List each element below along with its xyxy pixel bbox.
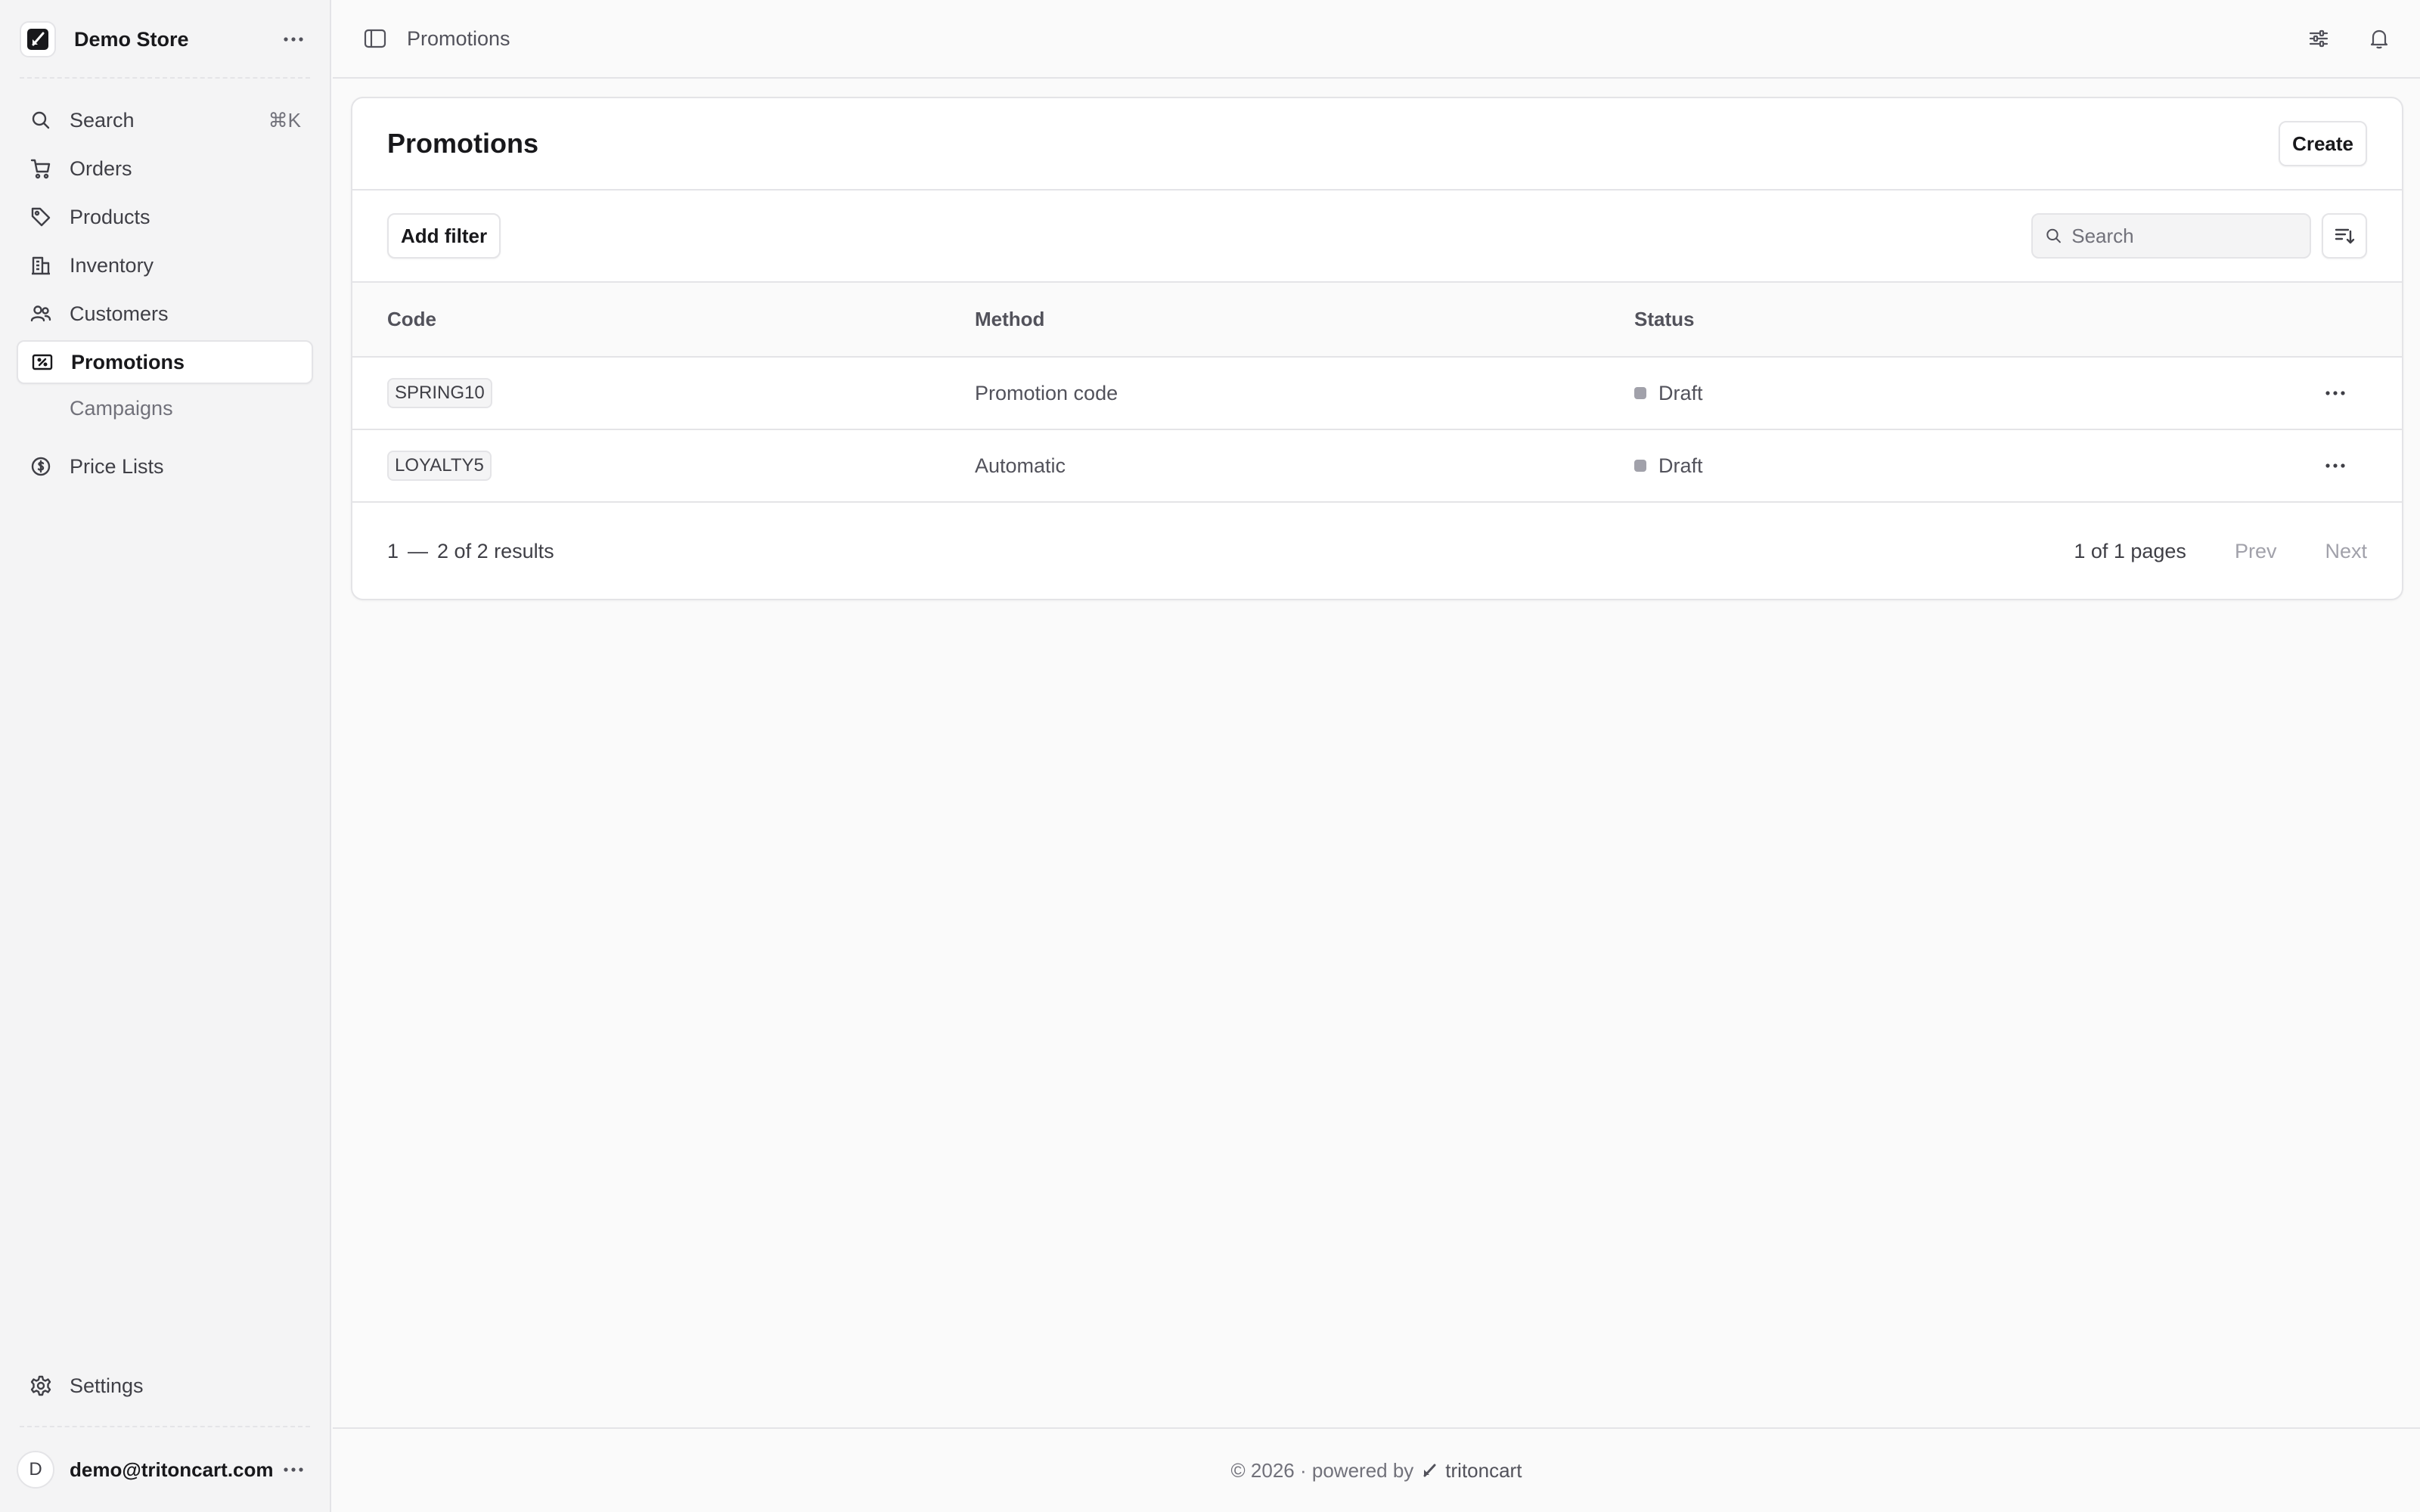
sidebar-divider bbox=[20, 77, 310, 79]
sort-button[interactable] bbox=[2322, 213, 2367, 259]
row-actions-button[interactable] bbox=[2319, 449, 2352, 482]
sidebar-item-label: Customers bbox=[70, 302, 169, 325]
sort-descending-icon bbox=[2335, 228, 2355, 244]
status-indicator bbox=[1634, 387, 1646, 399]
cart-icon bbox=[29, 156, 53, 181]
create-button[interactable]: Create bbox=[2279, 121, 2367, 166]
table-row[interactable]: SPRING10 Promotion code Draft bbox=[352, 357, 2402, 429]
promotion-code-badge: LOYALTY5 bbox=[387, 451, 492, 481]
footer-copyright: © 2026 · powered by bbox=[1230, 1458, 1414, 1482]
receipt-percent-icon bbox=[30, 350, 54, 374]
sidebar-item-label: Settings bbox=[70, 1374, 144, 1397]
sidebar-subitem-campaigns[interactable]: Campaigns bbox=[17, 389, 313, 428]
table-toolbar: Add filter bbox=[352, 191, 2402, 283]
store-menu-button[interactable] bbox=[278, 24, 309, 54]
card-header: Promotions Create bbox=[352, 98, 2402, 191]
row-actions-button[interactable] bbox=[2319, 376, 2352, 410]
sidebar-item-promotions[interactable]: Promotions bbox=[17, 340, 313, 384]
footer-brand-link[interactable]: tritoncart bbox=[1423, 1459, 1522, 1483]
users-icon bbox=[29, 302, 53, 326]
search-icon bbox=[2046, 228, 2061, 243]
user-menu[interactable]: D demo@tritoncart.com bbox=[17, 1450, 309, 1489]
sidebar-item-label: Promotions bbox=[71, 350, 185, 373]
slash-logo-icon bbox=[1423, 1464, 1436, 1477]
more-horizontal-icon bbox=[284, 37, 303, 42]
more-horizontal-icon bbox=[2325, 463, 2345, 468]
avatar: D bbox=[17, 1451, 54, 1489]
building-icon bbox=[29, 253, 53, 277]
promotion-method: Automatic bbox=[975, 454, 1066, 477]
sidebar-item-label: Orders bbox=[70, 156, 132, 180]
footer: © 2026 · powered by tritoncart bbox=[333, 1427, 2420, 1512]
sidebar: Demo Store Search ⌘K Orders Products Inv… bbox=[0, 0, 331, 1512]
sidebar-toggle-button[interactable] bbox=[360, 23, 390, 54]
adjustments-icon bbox=[2309, 29, 2328, 48]
column-header-status[interactable]: Status bbox=[1634, 283, 2319, 357]
tag-icon bbox=[29, 205, 53, 229]
more-horizontal-icon bbox=[284, 1467, 303, 1472]
pagination: 1 — 2 of 2 results 1 of 1 pages Prev Nex… bbox=[352, 503, 2402, 599]
column-header-method[interactable]: Method bbox=[975, 283, 1634, 357]
sidebar-divider bbox=[20, 1426, 310, 1427]
sidebar-item-customers[interactable]: Customers bbox=[17, 292, 313, 336]
add-filter-button[interactable]: Add filter bbox=[387, 213, 501, 259]
sidebar-item-orders[interactable]: Orders bbox=[17, 147, 313, 191]
user-menu-button[interactable] bbox=[278, 1455, 309, 1485]
footer-brand: tritoncart bbox=[1445, 1458, 1522, 1482]
search-input[interactable] bbox=[2071, 224, 2297, 248]
status-badge: Draft bbox=[1634, 454, 2319, 478]
sidebar-nav: Search ⌘K Orders Products Inventory Cust… bbox=[17, 98, 313, 493]
search-shortcut: ⌘K bbox=[268, 108, 301, 132]
pagination-results: 2 of 2 results bbox=[437, 539, 554, 562]
adjustments-button[interactable] bbox=[2304, 23, 2334, 54]
status-label: Draft bbox=[1658, 454, 1703, 477]
promotions-card: Promotions Create Add filter Code Method… bbox=[351, 97, 2403, 600]
gear-icon bbox=[29, 1374, 53, 1398]
next-page-button[interactable]: Next bbox=[2325, 540, 2367, 563]
sidebar-item-products[interactable]: Products bbox=[17, 195, 313, 239]
sidebar-toggle-icon bbox=[364, 29, 386, 48]
prev-page-button[interactable]: Prev bbox=[2235, 540, 2277, 563]
more-horizontal-icon bbox=[2325, 391, 2345, 395]
sidebar-item-search[interactable]: Search ⌘K bbox=[17, 98, 313, 142]
pagination-dash: — bbox=[408, 539, 429, 562]
sidebar-item-price-lists[interactable]: Price Lists bbox=[17, 445, 313, 488]
sidebar-item-label: Inventory bbox=[70, 253, 154, 277]
topbar: Promotions bbox=[333, 0, 2420, 79]
promotion-method: Promotion code bbox=[975, 381, 1118, 404]
pagination-range-start: 1 bbox=[387, 539, 399, 562]
slash-logo-icon bbox=[20, 21, 56, 57]
breadcrumb[interactable]: Promotions bbox=[407, 27, 510, 51]
sidebar-item-label: Price Lists bbox=[70, 454, 164, 478]
notifications-button[interactable] bbox=[2364, 23, 2394, 54]
pagination-pages: 1 of 1 pages bbox=[2074, 539, 2186, 562]
status-badge: Draft bbox=[1634, 382, 2319, 405]
sidebar-item-inventory[interactable]: Inventory bbox=[17, 243, 313, 287]
status-indicator bbox=[1634, 460, 1646, 472]
search-icon bbox=[29, 108, 53, 132]
bell-icon bbox=[2370, 29, 2388, 49]
page-title: Promotions bbox=[387, 128, 539, 159]
store-name: Demo Store bbox=[74, 27, 189, 51]
status-label: Draft bbox=[1658, 381, 1703, 404]
currency-dollar-icon bbox=[29, 454, 53, 479]
sidebar-item-label: Products bbox=[70, 205, 150, 228]
sidebar-item-label: Search bbox=[70, 108, 135, 132]
table-header-row: Code Method Status bbox=[352, 283, 2402, 357]
column-header-code[interactable]: Code bbox=[352, 283, 975, 357]
table-row[interactable]: LOYALTY5 Automatic Draft bbox=[352, 429, 2402, 502]
sidebar-item-settings[interactable]: Settings bbox=[17, 1364, 313, 1408]
store-switcher[interactable]: Demo Store bbox=[20, 20, 309, 59]
column-header-actions bbox=[2319, 283, 2402, 357]
user-email: demo@tritoncart.com bbox=[70, 1458, 274, 1481]
promotion-code-badge: SPRING10 bbox=[387, 378, 492, 408]
promotions-table: Code Method Status SPRING10 Promotion co… bbox=[352, 283, 2402, 503]
search-field[interactable] bbox=[2031, 213, 2311, 259]
